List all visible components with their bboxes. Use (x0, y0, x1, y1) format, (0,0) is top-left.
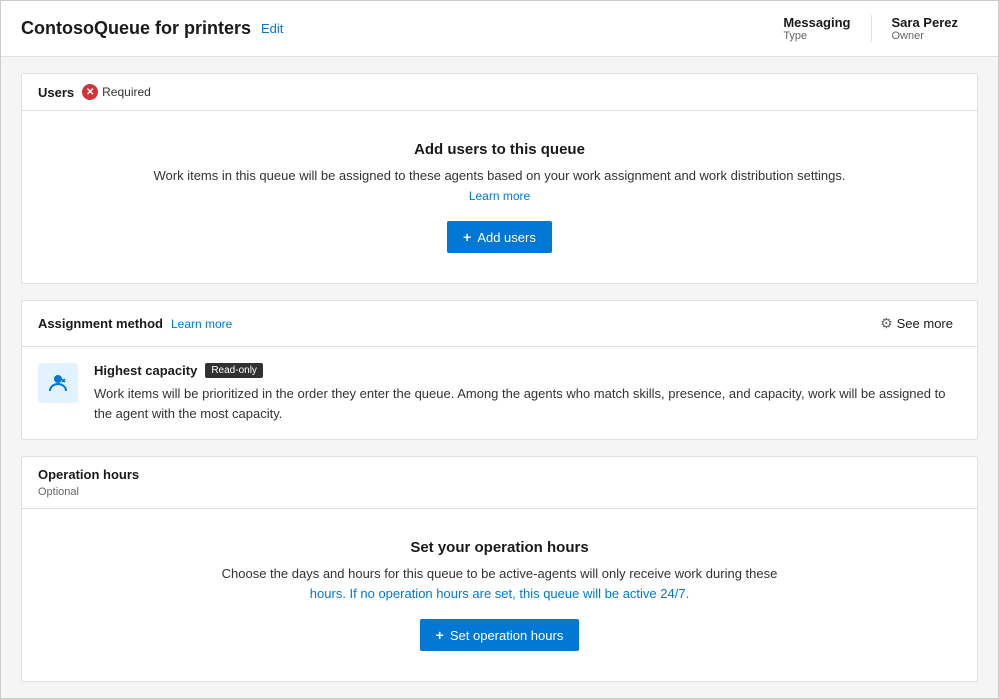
assignment-body: Highest capacity Read-only Work items wi… (22, 347, 977, 439)
required-badge: ✕ Required (82, 84, 151, 100)
operation-desc-highlight: hours. If no operation hours are set, th… (310, 586, 689, 601)
assignment-section-title: Assignment method (38, 316, 163, 331)
operation-header-content: Operation hours (22, 457, 977, 486)
required-text: Required (102, 85, 151, 99)
gear-icon: ⚙ (880, 315, 893, 332)
assignment-title-row: Highest capacity Read-only (94, 363, 961, 378)
assignment-header-left: Assignment method Learn more (38, 316, 232, 331)
assignment-section: Assignment method Learn more ⚙ See more (21, 300, 978, 440)
page-title: ContosoQueue for printers (21, 18, 251, 39)
operation-body-title: Set your operation hours (410, 539, 588, 556)
assignment-method-title: Highest capacity (94, 363, 197, 378)
page-container: ContosoQueue for printers Edit Messaging… (0, 0, 999, 699)
users-section-header: Users ✕ Required (22, 74, 977, 111)
add-users-desc: Work items in this queue will be assigne… (150, 166, 850, 205)
users-learn-more-link[interactable]: Learn more (469, 189, 530, 203)
operation-body-desc: Choose the days and hours for this queue… (222, 564, 778, 603)
header-owner-value: Sara Perez (892, 15, 959, 30)
header-meta-owner: Sara Perez Owner (871, 15, 979, 42)
set-operation-hours-button[interactable]: + Set operation hours (420, 619, 580, 651)
main-content: Users ✕ Required Add users to this queue… (1, 57, 998, 698)
users-section-body: Add users to this queue Work items in th… (22, 111, 977, 283)
operation-body: Set your operation hours Choose the days… (22, 508, 977, 681)
see-more-button[interactable]: ⚙ See more (872, 311, 961, 336)
required-icon: ✕ (82, 84, 98, 100)
header: ContosoQueue for printers Edit Messaging… (1, 1, 998, 57)
header-right: Messaging Type Sara Perez Owner (763, 15, 978, 42)
assignment-method-desc: Work items will be prioritized in the or… (94, 384, 961, 423)
operation-section-title: Operation hours (38, 467, 961, 482)
header-type-value: Messaging (783, 15, 850, 30)
assignment-learn-more-link[interactable]: Learn more (171, 317, 232, 331)
header-owner-label: Owner (892, 30, 924, 42)
operation-desc-plain: Choose the days and hours for this queue… (222, 566, 778, 581)
plus-icon: + (463, 229, 471, 245)
header-meta-type: Messaging Type (763, 15, 870, 42)
assignment-section-header: Assignment method Learn more ⚙ See more (22, 301, 977, 347)
read-only-badge: Read-only (205, 363, 263, 378)
users-section-header-left: Users ✕ Required (38, 84, 151, 100)
set-operation-hours-label: Set operation hours (450, 628, 563, 643)
add-users-label: Add users (477, 230, 536, 245)
header-type-label: Type (783, 30, 807, 42)
users-section-title: Users (38, 85, 74, 100)
edit-link[interactable]: Edit (261, 21, 283, 36)
assignment-icon-wrap (38, 363, 78, 403)
users-section: Users ✕ Required Add users to this queue… (21, 73, 978, 284)
operation-section: Operation hours Optional Set your operat… (21, 456, 978, 682)
add-users-title: Add users to this queue (414, 141, 585, 158)
capacity-icon (46, 371, 70, 395)
header-left: ContosoQueue for printers Edit (21, 18, 283, 39)
add-users-button[interactable]: + Add users (447, 221, 552, 253)
set-hours-plus-icon: + (436, 627, 444, 643)
see-more-label: See more (897, 316, 953, 331)
assignment-info: Highest capacity Read-only Work items wi… (94, 363, 961, 423)
operation-optional-text: Optional (22, 486, 977, 508)
